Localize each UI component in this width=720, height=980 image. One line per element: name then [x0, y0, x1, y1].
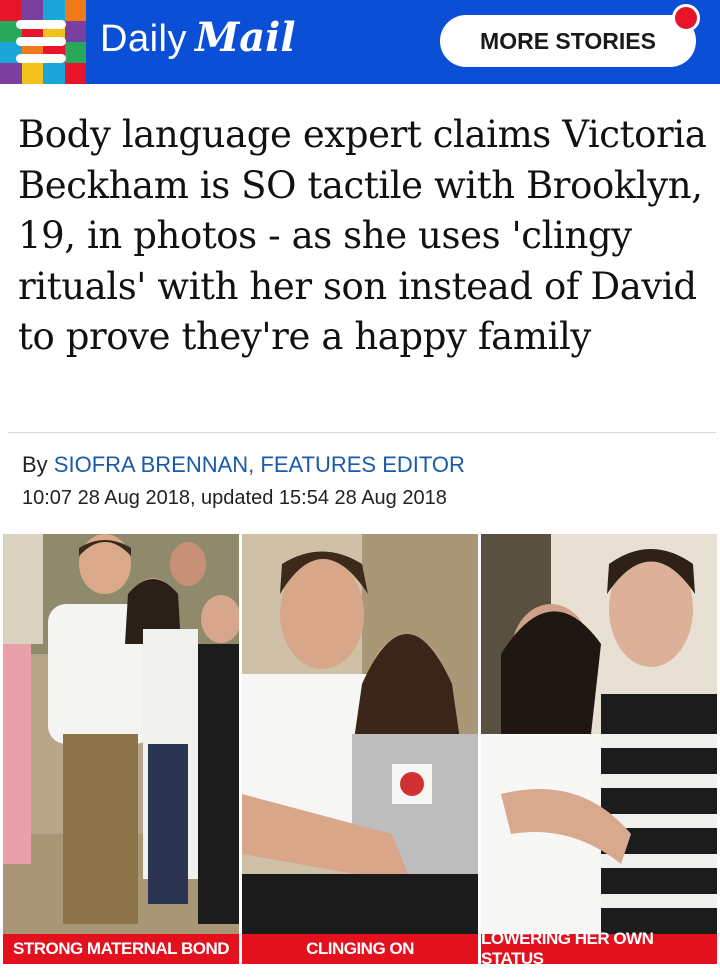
article-photo-2[interactable]: CLINGING ON: [242, 534, 478, 964]
author-link[interactable]: SIOFRA BRENNAN, FEATURES EDITOR: [54, 452, 465, 477]
notification-dot-icon: [672, 4, 700, 32]
photo-caption: STRONG MATERNAL BOND: [3, 934, 239, 964]
logo-daily: Daily: [100, 18, 187, 60]
hamburger-menu-icon[interactable]: [16, 18, 66, 66]
photo-caption: CLINGING ON: [242, 934, 478, 964]
photo-strip: STRONG MATERNAL BOND CLINGING ON LOWERIN…: [3, 534, 717, 964]
article-headline: Body language expert claims Victoria Bec…: [18, 113, 707, 358]
more-stories-button[interactable]: MORE STORIES: [440, 15, 696, 67]
top-bar: Daily Mail MORE STORIES: [0, 0, 720, 84]
photo-caption: LOWERING HER OWN STATUS: [481, 929, 717, 964]
photo-illustration: [481, 534, 717, 964]
article-photo-1[interactable]: STRONG MATERNAL BOND: [3, 534, 239, 964]
byline-prefix: By: [22, 452, 54, 477]
daily-mail-logo[interactable]: Daily Mail: [100, 14, 296, 70]
publish-date: 10:07 28 Aug 2018, updated 15:54 28 Aug …: [22, 487, 447, 509]
logo-mail: Mail: [194, 14, 296, 61]
divider: [8, 432, 716, 433]
photo-illustration: [242, 534, 478, 964]
article-photo-3[interactable]: LOWERING HER OWN STATUS: [481, 534, 717, 964]
photo-illustration: [3, 534, 239, 964]
byline: By SIOFRA BRENNAN, FEATURES EDITOR: [22, 452, 465, 478]
